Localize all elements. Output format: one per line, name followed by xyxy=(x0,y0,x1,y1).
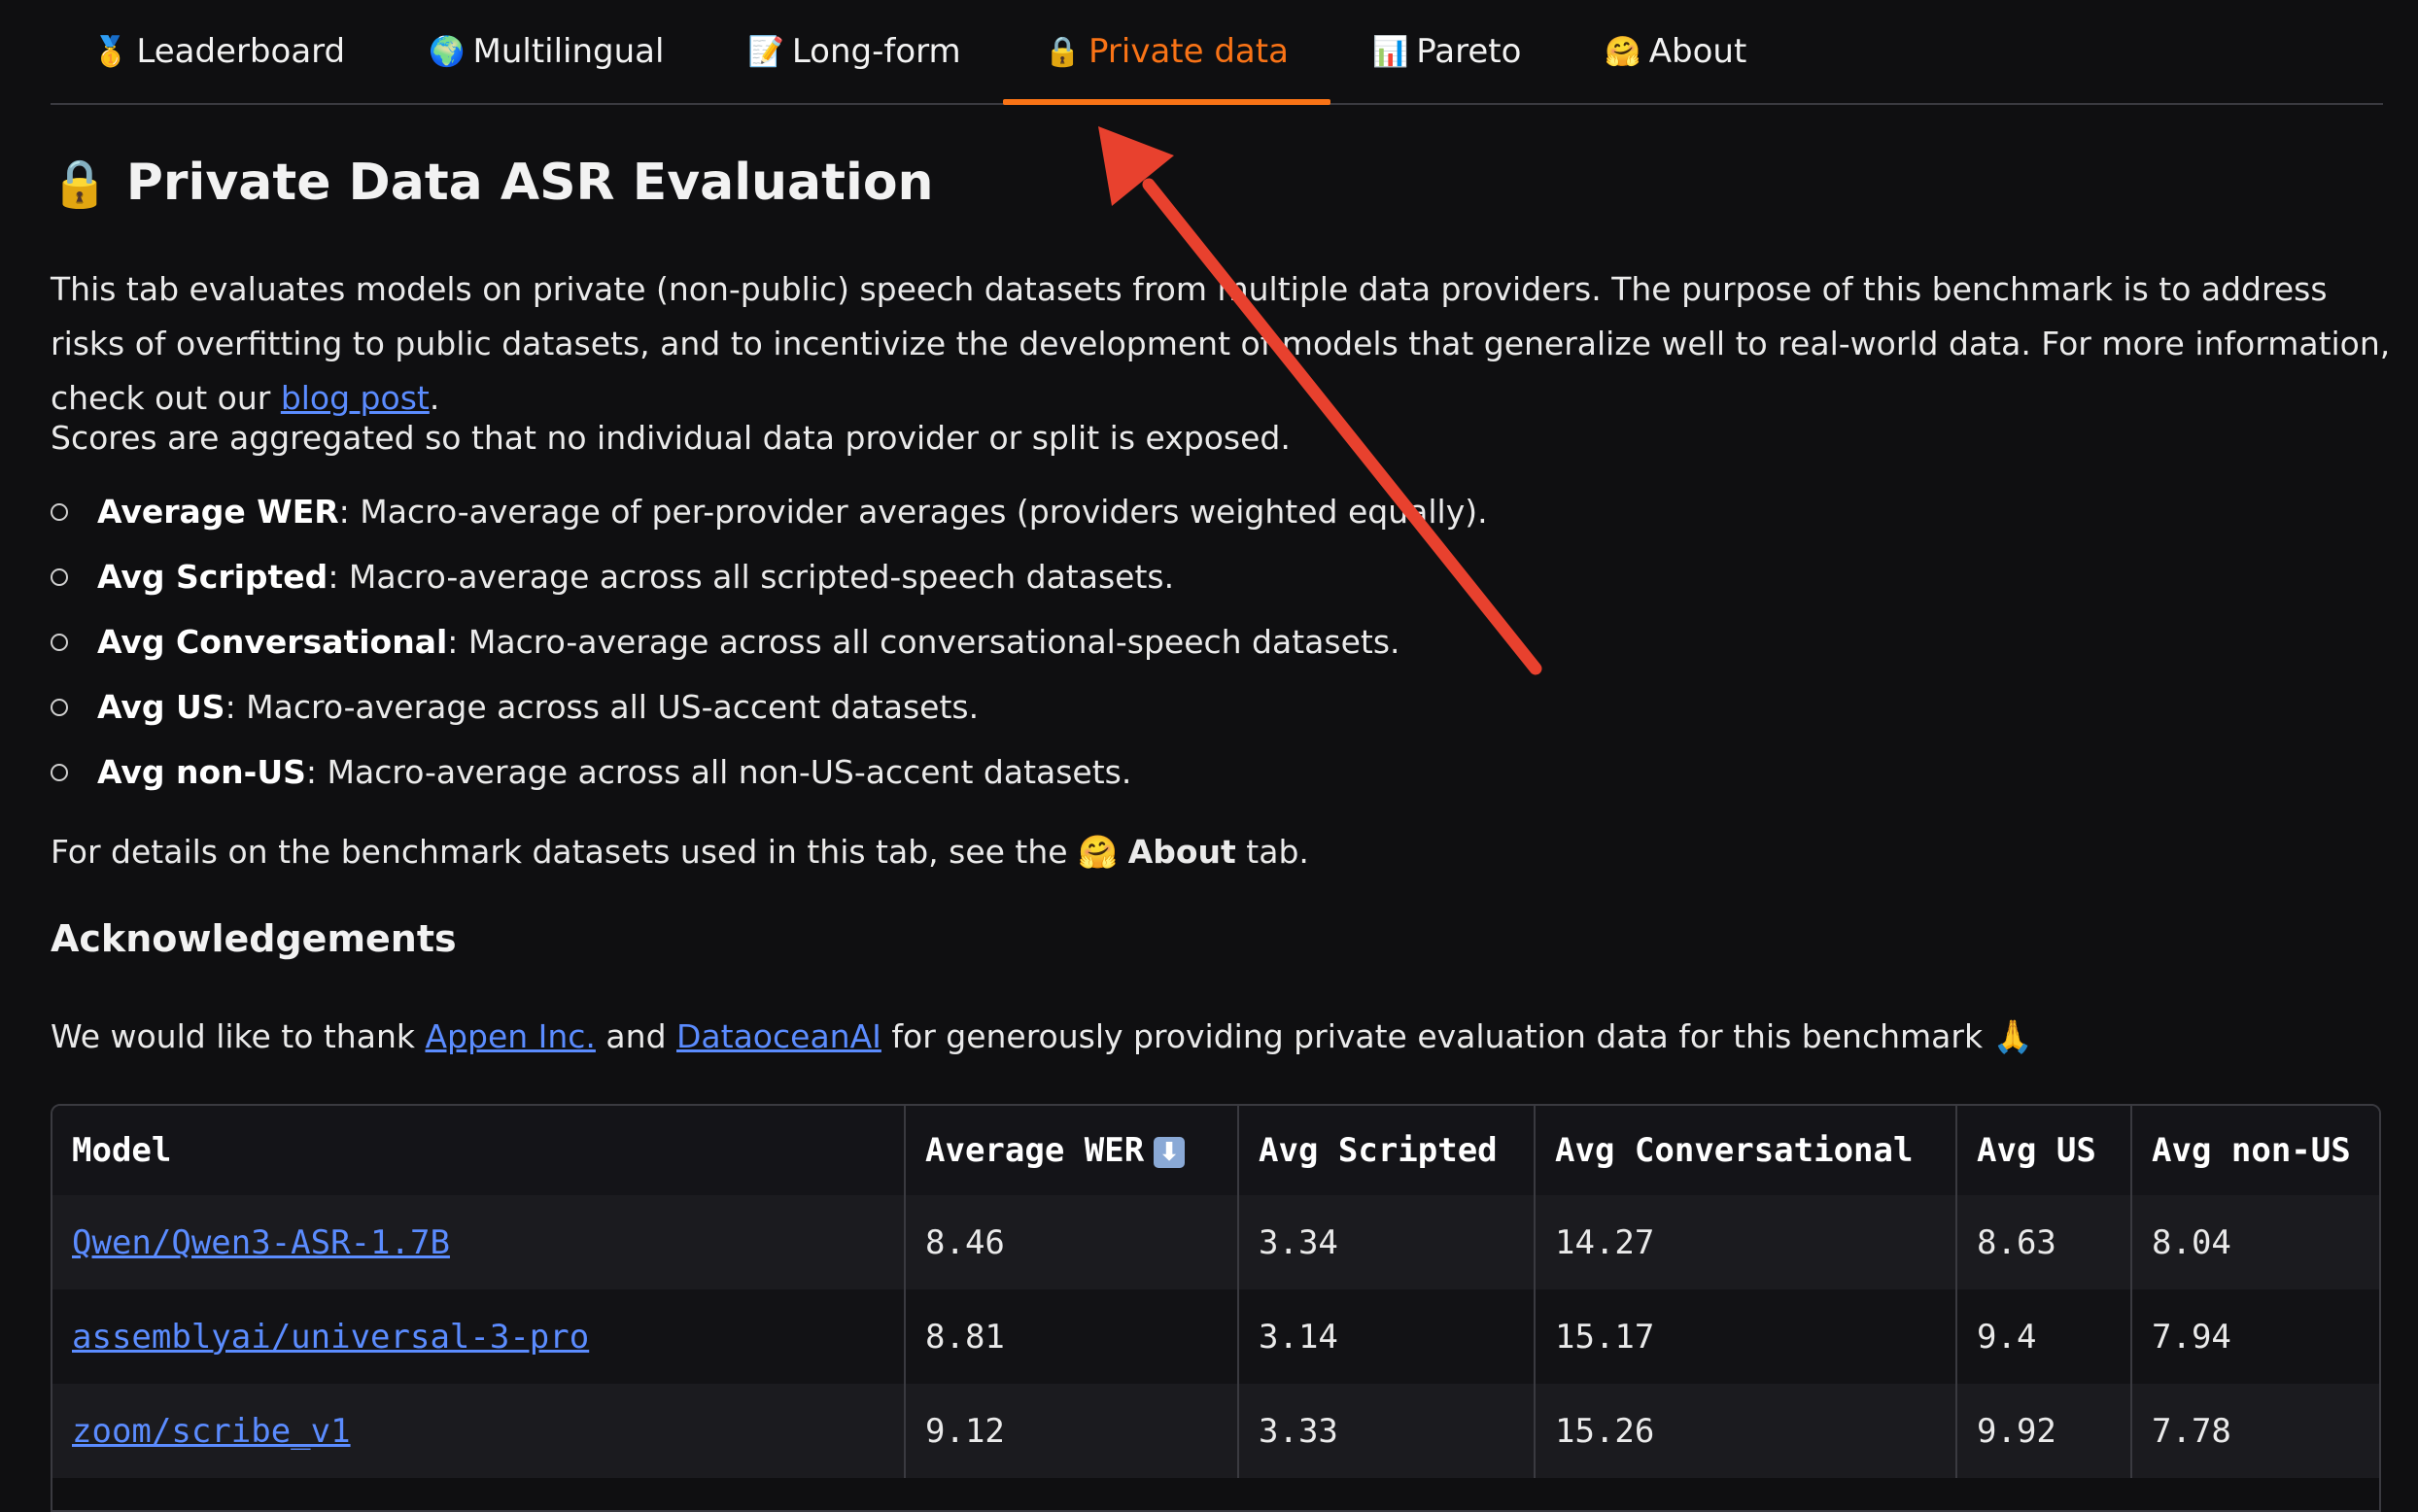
tab-long-form[interactable]: 📝 Long-form xyxy=(706,0,1002,103)
table-header-row: Model Average WER ⬇ Avg Scripted Avg Conv… xyxy=(52,1106,2379,1195)
details-paragraph: For details on the benchmark datasets us… xyxy=(51,825,2402,879)
metric-definitions-list: Average WER: Macro-average of per-provid… xyxy=(51,479,1488,805)
metric-term: Avg Conversational xyxy=(97,623,448,661)
circle-bullet-icon xyxy=(51,567,68,586)
lock-icon: 🔒 xyxy=(51,155,109,211)
metric-term: Avg Scripted xyxy=(97,558,328,596)
list-item: Avg non-US: Macro-average across all non… xyxy=(51,739,1488,805)
results-table: Model Average WER ⬇ Avg Scripted Avg Conv… xyxy=(51,1104,2381,1512)
appen-link[interactable]: Appen Inc. xyxy=(425,1017,595,1055)
medal-icon: 🥇 xyxy=(92,34,129,69)
acknowledgements-paragraph: We would like to thank Appen Inc. and Da… xyxy=(51,1010,2402,1064)
circle-bullet-icon xyxy=(51,698,68,716)
details-text-end: tab. xyxy=(1235,833,1309,871)
table-cell: 8.63 xyxy=(1956,1195,2132,1289)
table-cell: 9.12 xyxy=(905,1384,1239,1478)
column-header-average-wer[interactable]: Average WER ⬇ xyxy=(905,1106,1239,1195)
list-item: Avg US: Macro-average across all US-acce… xyxy=(51,674,1488,739)
column-header-avg-us[interactable]: Avg US xyxy=(1956,1106,2132,1195)
tab-leaderboard[interactable]: 🥇 Leaderboard xyxy=(51,0,387,103)
hugging-face-icon: 🤗 xyxy=(1605,34,1641,69)
table-cell: 7.78 xyxy=(2131,1384,2379,1478)
table-cell: 8.46 xyxy=(905,1195,1239,1289)
table-cell: 8.04 xyxy=(2131,1195,2379,1289)
table-cell: 9.92 xyxy=(1956,1384,2132,1478)
model-link[interactable]: assemblyai/universal-3-pro xyxy=(72,1318,589,1357)
ack-text: for generously providing private evaluat… xyxy=(881,1017,1993,1055)
list-item: Average WER: Macro-average of per-provid… xyxy=(51,479,1488,544)
table-cell: 9.4 xyxy=(1956,1289,2132,1384)
tab-bar: 🥇 Leaderboard 🌍 Multilingual 📝 Long-form… xyxy=(51,0,2383,105)
column-header-label: Average WER xyxy=(925,1131,1145,1170)
table-cell: 3.33 xyxy=(1238,1384,1536,1478)
model-cell: zoom/scribe_v1 xyxy=(52,1384,906,1478)
metric-term: Avg non-US xyxy=(97,753,306,791)
tab-pareto[interactable]: 📊 Pareto xyxy=(1330,0,1563,103)
dataoceanai-link[interactable]: DataoceanAI xyxy=(676,1017,881,1055)
table-row: Qwen/Qwen3-ASR-1.7B 8.46 3.34 14.27 8.63… xyxy=(52,1195,2379,1289)
bar-chart-icon: 📊 xyxy=(1371,34,1409,69)
table-cell: 15.26 xyxy=(1535,1384,1957,1478)
ack-text: We would like to thank xyxy=(51,1017,426,1055)
metric-term: Average WER xyxy=(97,493,339,531)
table-cell: 14.27 xyxy=(1535,1195,1957,1289)
tab-about[interactable]: 🤗 About xyxy=(1563,0,1788,103)
model-link[interactable]: zoom/scribe_v1 xyxy=(72,1412,351,1451)
tab-label: Long-form xyxy=(791,32,961,71)
acknowledgements-heading: Acknowledgements xyxy=(51,917,457,960)
details-text: For details on the benchmark datasets us… xyxy=(51,833,1079,871)
circle-bullet-icon xyxy=(51,633,68,651)
table-row: assemblyai/universal-3-pro 8.81 3.14 15.… xyxy=(52,1289,2379,1384)
about-tab-reference: About xyxy=(1127,833,1236,871)
table-cell: 15.17 xyxy=(1535,1289,1957,1384)
hugging-face-icon: 🤗 xyxy=(1078,833,1119,871)
table-cell: 7.94 xyxy=(2131,1289,2379,1384)
model-link[interactable]: Qwen/Qwen3-ASR-1.7B xyxy=(72,1223,450,1262)
metric-description: : Macro-average across all non-US-accent… xyxy=(305,753,1132,791)
table-cell: 8.81 xyxy=(905,1289,1239,1384)
folded-hands-icon: 🙏 xyxy=(1992,1017,2033,1055)
metric-description: : Macro-average of per-provider averages… xyxy=(338,493,1488,531)
metric-description: : Macro-average across all conversationa… xyxy=(447,623,1400,661)
lock-icon: 🔒 xyxy=(1044,34,1081,69)
column-header-avg-non-us[interactable]: Avg non-US xyxy=(2131,1106,2379,1195)
ack-text: and xyxy=(595,1017,677,1055)
memo-icon: 📝 xyxy=(747,34,784,69)
circle-bullet-icon xyxy=(51,502,68,521)
model-cell: assemblyai/universal-3-pro xyxy=(52,1289,906,1384)
sort-down-icon[interactable]: ⬇ xyxy=(1154,1136,1186,1168)
aggregation-note: Scores are aggregated so that no individ… xyxy=(51,419,1291,457)
column-header-model[interactable]: Model xyxy=(52,1106,906,1195)
column-header-avg-conversational[interactable]: Avg Conversational xyxy=(1535,1106,1957,1195)
metric-term: Avg US xyxy=(97,688,225,726)
globe-icon: 🌍 xyxy=(429,34,466,69)
page: 🥇 Leaderboard 🌍 Multilingual 📝 Long-form… xyxy=(51,0,2390,1512)
intro-paragraph: This tab evaluates models on private (no… xyxy=(51,262,2402,426)
tab-label: Leaderboard xyxy=(136,32,346,71)
tab-label: About xyxy=(1648,32,1747,71)
page-title: 🔒 Private Data ASR Evaluation xyxy=(51,154,934,212)
list-item: Avg Conversational: Macro-average across… xyxy=(51,609,1488,674)
column-header-avg-scripted[interactable]: Avg Scripted xyxy=(1238,1106,1536,1195)
circle-bullet-icon xyxy=(51,763,68,781)
model-cell: Qwen/Qwen3-ASR-1.7B xyxy=(52,1195,906,1289)
list-item: Avg Scripted: Macro-average across all s… xyxy=(51,544,1488,609)
tab-private-data[interactable]: 🔒 Private data xyxy=(1002,0,1331,105)
table-row: zoom/scribe_v1 9.12 3.33 15.26 9.92 7.78 xyxy=(52,1384,2379,1478)
metric-description: : Macro-average across all scripted-spee… xyxy=(328,558,1175,596)
table-cell: 3.34 xyxy=(1238,1195,1536,1289)
tab-label: Pareto xyxy=(1416,32,1522,71)
metric-description: : Macro-average across all US-accent dat… xyxy=(225,688,980,726)
arrow-head xyxy=(1098,126,1174,206)
table-cell: 3.14 xyxy=(1238,1289,1536,1384)
tab-label: Multilingual xyxy=(472,32,665,71)
tab-label: Private data xyxy=(1088,32,1289,71)
page-title-text: Private Data ASR Evaluation xyxy=(125,154,934,212)
tab-multilingual[interactable]: 🌍 Multilingual xyxy=(387,0,706,103)
